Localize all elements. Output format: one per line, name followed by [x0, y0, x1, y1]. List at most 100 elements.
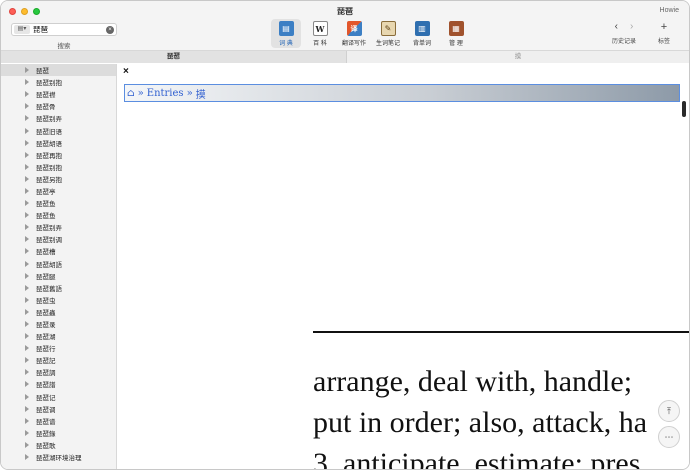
list-item[interactable]: 琵琶歌: [1, 439, 116, 451]
list-item[interactable]: 琵琶行: [1, 342, 116, 354]
search-mode-dropdown[interactable]: ▤▾: [14, 25, 30, 34]
disclosure-triangle-icon[interactable]: [25, 163, 29, 170]
definition-line: 3. anticipate, estimate; pres: [313, 447, 641, 470]
app-window: 琵琶 Howie ▤▾ 琵琶 × 搜索 ▤ 词 典 W 百 科 译 翻译写作 ✎…: [0, 0, 690, 470]
disclosure-triangle-icon[interactable]: [25, 296, 29, 303]
breadcrumb-current[interactable]: 摸: [196, 86, 206, 101]
disclosure-triangle-icon[interactable]: [25, 236, 29, 243]
tab-secondary-entry[interactable]: 摸: [346, 51, 689, 63]
definition-line: arrange, deal with, handle;: [313, 365, 633, 398]
disclosure-triangle-icon[interactable]: [25, 405, 29, 412]
list-item[interactable]: 琵琶襟: [1, 88, 116, 100]
disclosure-triangle-icon[interactable]: [25, 357, 29, 364]
list-item[interactable]: 琵琶别抱: [1, 76, 116, 88]
back-arrow-icon[interactable]: ‹: [615, 21, 618, 32]
tool-label: 百 科: [313, 41, 327, 47]
list-item[interactable]: 琵琶另抱: [1, 173, 116, 185]
tab-active-entry[interactable]: 琵琶: [1, 51, 346, 63]
scrollbar-thumb[interactable]: [682, 101, 686, 117]
disclosure-triangle-icon[interactable]: [25, 67, 29, 74]
list-item[interactable]: 琵琶别弄: [1, 112, 116, 124]
breadcrumb-entries-link[interactable]: Entries: [147, 88, 184, 99]
disclosure-triangle-icon[interactable]: [25, 345, 29, 352]
history-group: ‹ › 历史记录: [607, 19, 641, 45]
list-item[interactable]: 琵琶調: [1, 366, 116, 378]
search-input[interactable]: 琵琶: [33, 24, 106, 35]
list-item[interactable]: 琵琶腿: [1, 270, 116, 282]
list-item[interactable]: 琵琶谱: [1, 415, 116, 427]
tool-vocab-notes-button[interactable]: ✎ 生词笔记: [373, 19, 403, 48]
list-item[interactable]: 琵琶: [1, 64, 116, 77]
close-icon[interactable]: ×: [123, 66, 129, 77]
disclosure-triangle-icon[interactable]: [25, 151, 29, 158]
definition-text: arrange, deal with, handle; put in order…: [313, 361, 689, 470]
disclosure-triangle-icon[interactable]: [25, 381, 29, 388]
list-item[interactable]: 琵琶鱼: [1, 197, 116, 209]
list-item[interactable]: 琵琶再抱: [1, 149, 116, 161]
list-item[interactable]: 琵琶别弄: [1, 221, 116, 233]
add-bookmark-icon[interactable]: +: [661, 19, 667, 34]
disclosure-triangle-icon[interactable]: [25, 187, 29, 194]
disclosure-triangle-icon[interactable]: [25, 393, 29, 400]
list-item[interactable]: 琵琶胡语: [1, 137, 116, 149]
disclosure-triangle-icon[interactable]: [25, 454, 29, 461]
list-item[interactable]: 琵琶記: [1, 354, 116, 366]
disclosure-triangle-icon[interactable]: [25, 115, 29, 122]
disclosure-triangle-icon[interactable]: [25, 91, 29, 98]
disclosure-triangle-icon[interactable]: [25, 260, 29, 267]
list-item[interactable]: 琵琶亭: [1, 185, 116, 197]
list-item[interactable]: 琵琶骨: [1, 100, 116, 112]
list-item[interactable]: 琵琶舊語: [1, 282, 116, 294]
breadcrumb-separator: »: [186, 87, 193, 99]
disclosure-triangle-icon[interactable]: [25, 429, 29, 436]
disclosure-triangle-icon[interactable]: [25, 417, 29, 424]
disclosure-triangle-icon[interactable]: [25, 321, 29, 328]
home-icon[interactable]: ⌂: [127, 88, 135, 99]
list-item[interactable]: 琵琶调: [1, 403, 116, 415]
disclosure-triangle-icon[interactable]: [25, 248, 29, 255]
clear-search-icon[interactable]: ×: [106, 25, 114, 34]
scroll-to-top-icon[interactable]: ⤒: [658, 400, 680, 422]
list-item[interactable]: 琵琶譜: [1, 378, 116, 390]
list-item[interactable]: 琵琶录: [1, 318, 116, 330]
list-item[interactable]: 琵琶旧语: [1, 124, 116, 136]
disclosure-triangle-icon[interactable]: [25, 441, 29, 448]
list-item[interactable]: 琵琶錄: [1, 427, 116, 439]
disclosure-triangle-icon[interactable]: [25, 224, 29, 231]
bookmark-group[interactable]: + 标签: [647, 19, 681, 46]
disclosure-triangle-icon[interactable]: [25, 284, 29, 291]
list-item[interactable]: 琵琶鱼: [1, 209, 116, 221]
disclosure-triangle-icon[interactable]: [25, 79, 29, 86]
tool-manage-button[interactable]: ▦ 管 理: [441, 19, 471, 48]
manage-books-icon: ▦: [448, 21, 464, 36]
disclosure-triangle-icon[interactable]: [25, 103, 29, 110]
disclosure-triangle-icon[interactable]: [25, 175, 29, 182]
tool-label: 词 典: [279, 41, 293, 47]
tool-translate-button[interactable]: 译 翻译写作: [339, 19, 369, 48]
tool-dictionary-button[interactable]: ▤ 词 典: [271, 19, 301, 48]
disclosure-triangle-icon[interactable]: [25, 369, 29, 376]
tool-encyclopedia-button[interactable]: W 百 科: [305, 19, 335, 48]
list-item[interactable]: 琵琶湖: [1, 330, 116, 342]
disclosure-triangle-icon[interactable]: [25, 200, 29, 207]
list-item[interactable]: 琵琶别抱: [1, 161, 116, 173]
list-item[interactable]: 琵琶别调: [1, 233, 116, 245]
forward-arrow-icon[interactable]: ›: [630, 21, 633, 32]
disclosure-triangle-icon[interactable]: [25, 272, 29, 279]
disclosure-triangle-icon[interactable]: [25, 139, 29, 146]
tool-recite-button[interactable]: ▥ 背单词: [407, 19, 437, 48]
list-item[interactable]: 琵琶记: [1, 391, 116, 403]
list-item[interactable]: 琵琶虫: [1, 294, 116, 306]
tool-label: 管 理: [449, 41, 463, 47]
toolbar: 琵琶 Howie ▤▾ 琵琶 × 搜索 ▤ 词 典 W 百 科 译 翻译写作 ✎…: [1, 1, 689, 51]
more-options-icon[interactable]: ⋯: [658, 426, 680, 448]
disclosure-triangle-icon[interactable]: [25, 127, 29, 134]
disclosure-triangle-icon[interactable]: [25, 308, 29, 315]
list-item[interactable]: 琵琶蟲: [1, 306, 116, 318]
disclosure-triangle-icon[interactable]: [25, 333, 29, 340]
search-box[interactable]: ▤▾ 琵琶 ×: [11, 23, 117, 36]
list-item[interactable]: 琵琶槽: [1, 245, 116, 257]
list-item[interactable]: 琵琶胡語: [1, 258, 116, 270]
disclosure-triangle-icon[interactable]: [25, 212, 29, 219]
list-item[interactable]: 琵琶湖环境治理: [1, 451, 116, 463]
